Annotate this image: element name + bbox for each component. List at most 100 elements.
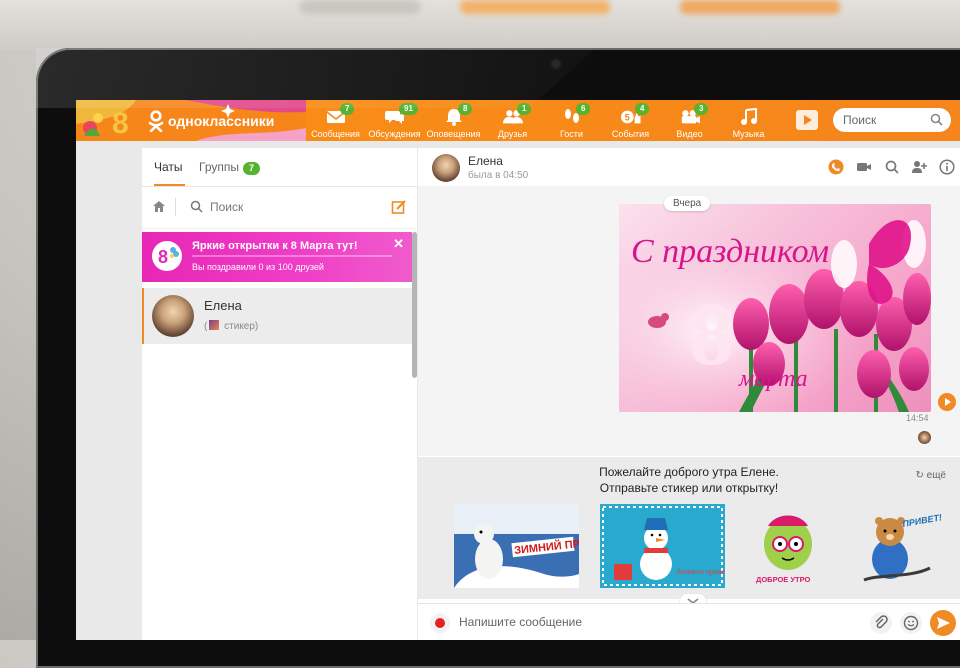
nav-label: Музыка xyxy=(732,129,765,139)
emoji-button[interactable] xyxy=(900,612,922,634)
sticker-image: ЗИМНИЙ ПРИВЕТ! xyxy=(454,504,579,588)
avatar[interactable] xyxy=(432,154,460,182)
sticker-caption: Зимнего приветa! xyxy=(676,567,725,576)
blurred-shape xyxy=(460,0,610,14)
conversation-panel: Елена была в 04:50 8 С праздником марта … xyxy=(418,148,960,640)
nav-count: 91 xyxy=(399,103,418,115)
suggestion-text: Пожелайте доброго утра Елене. Отправьте … xyxy=(418,464,960,496)
search-icon[interactable] xyxy=(884,159,900,175)
sticker-image: Зимнего приветa! xyxy=(600,504,725,588)
suggestion-line-1: Пожелайте доброго утра Елене. xyxy=(599,465,779,479)
nav-messages[interactable]: 7 Сообщения xyxy=(306,100,365,141)
nav-video[interactable]: 3 Видео xyxy=(660,100,719,141)
phone-icon[interactable] xyxy=(828,159,844,175)
sticker-bear-hello[interactable]: ПРИВЕТ! xyxy=(850,504,960,588)
card-number: 8 xyxy=(689,285,734,384)
paperclip-icon xyxy=(875,615,888,629)
nav-count: 4 xyxy=(635,103,650,115)
play-icon[interactable] xyxy=(938,393,956,411)
ok-logo-icon xyxy=(148,110,164,132)
send-icon xyxy=(937,617,950,629)
chat-list-panel: Чаты Группы 7 Поиск 8 Яркие открытки к 8 … xyxy=(142,148,417,640)
scrollbar[interactable] xyxy=(412,232,417,378)
promo-badge-number: 8 xyxy=(158,247,169,267)
sticker-snowman[interactable]: Зимнего приветa! xyxy=(600,504,725,588)
suggestion-line-2: Отправьте стикер или открытку! xyxy=(599,481,779,495)
sticker-thumb-icon xyxy=(209,320,220,330)
suggestion-panel: Пожелайте доброго утра Елене. Отправьте … xyxy=(418,457,960,608)
nav-label: Обсуждения xyxy=(368,129,421,139)
chat-search-row: Поиск xyxy=(142,186,417,229)
music-note-icon xyxy=(740,108,757,125)
last-seen: была в 04:50 xyxy=(468,170,529,181)
tab-groups-label: Группы xyxy=(199,160,239,174)
groups-count-badge: 7 xyxy=(242,162,260,175)
nav-notifications[interactable]: 8 Оповещения xyxy=(424,100,483,141)
close-icon[interactable]: ✕ xyxy=(393,236,404,252)
promo-subtitle: Вы поздравили 0 из 100 друзей xyxy=(192,262,324,272)
card-greeting: С праздником xyxy=(631,233,829,270)
sticker-winter-hello[interactable]: ЗИМНИЙ ПРИВЕТ! xyxy=(454,504,579,588)
nav-label: Друзья xyxy=(497,129,528,139)
nav-events[interactable]: 5 4 События xyxy=(601,100,660,141)
sticker-caption: ДОБРОЕ УТРО xyxy=(756,575,811,584)
info-icon[interactable] xyxy=(939,159,955,175)
record-button[interactable] xyxy=(430,613,450,633)
tab-groups[interactable]: Группы 7 xyxy=(199,160,260,175)
promo-banner[interactable]: 8 Яркие открытки к 8 Марта тут! Вы поздр… xyxy=(142,232,412,282)
webcam xyxy=(552,60,560,68)
nav-guests[interactable]: 6 Гости xyxy=(542,100,601,141)
chat-search-input[interactable]: Поиск xyxy=(210,200,243,214)
smiley-icon xyxy=(903,615,919,631)
card-month: марта xyxy=(738,366,808,392)
nav-label: Гости xyxy=(560,129,583,139)
nav-count: 1 xyxy=(517,103,532,115)
chat-preview-open: ( xyxy=(204,321,208,332)
attach-button[interactable] xyxy=(870,612,892,634)
nav-friends[interactable]: 1 Друзья xyxy=(483,100,542,141)
contact-name[interactable]: Елена xyxy=(468,154,503,168)
music-play-icon[interactable] xyxy=(796,110,818,130)
add-user-icon[interactable] xyxy=(911,159,928,175)
background-blur xyxy=(0,0,960,50)
send-button[interactable] xyxy=(930,610,956,636)
blurred-shape xyxy=(680,0,840,14)
nav-label: Видео xyxy=(676,129,703,139)
svg-text:5: 5 xyxy=(624,113,629,123)
nav-label: Сообщения xyxy=(311,129,360,139)
postcard-message[interactable]: 8 С праздником марта xyxy=(619,204,931,412)
search-icon xyxy=(190,200,203,213)
svg-text:8: 8 xyxy=(112,107,129,140)
home-icon[interactable] xyxy=(152,200,166,213)
compose-icon[interactable] xyxy=(391,199,407,215)
ok-logo[interactable]: одноклассники xyxy=(148,110,274,132)
chat-preview: ( стикер) xyxy=(204,320,258,332)
sticker-caption: ПРИВЕТ! xyxy=(902,512,943,529)
promo-badge: 8 xyxy=(152,241,182,271)
site-name: одноклассники xyxy=(168,113,275,129)
date-separator: Вчера xyxy=(664,196,711,211)
divider xyxy=(175,198,176,216)
video-call-icon[interactable] xyxy=(856,159,872,175)
postcard-image: 8 С праздником марта xyxy=(619,204,931,412)
conversation-header: Елена была в 04:50 xyxy=(418,148,960,187)
search-input[interactable]: Поиск xyxy=(833,108,951,132)
avatar xyxy=(152,295,194,337)
promo-title: Яркие открытки к 8 Марта тут! xyxy=(192,240,358,252)
message-composer: Напишите сообщение xyxy=(418,603,960,640)
top-bar: 8 одноклассники 7 Сообщения 91 Обсуждени… xyxy=(76,100,960,141)
tab-chats[interactable]: Чаты xyxy=(154,160,185,186)
search-icon[interactable] xyxy=(930,113,943,126)
read-receipt-avatar xyxy=(918,431,931,444)
message-time: 14:54 xyxy=(906,413,929,423)
promo-progress-bar xyxy=(192,255,392,257)
message-input[interactable]: Напишите сообщение xyxy=(459,615,582,629)
nav-count: 6 xyxy=(576,103,591,115)
nav-discussions[interactable]: 91 Обсуждения xyxy=(365,100,424,141)
chat-name: Елена xyxy=(204,298,242,313)
nav-music[interactable]: Музыка xyxy=(719,100,778,141)
nav-count: 7 xyxy=(340,103,355,115)
more-stickers-button[interactable]: ↻ ещё xyxy=(915,470,946,481)
chat-list-item[interactable]: Елена ( стикер) xyxy=(142,288,414,344)
nav-label: События xyxy=(611,129,650,139)
